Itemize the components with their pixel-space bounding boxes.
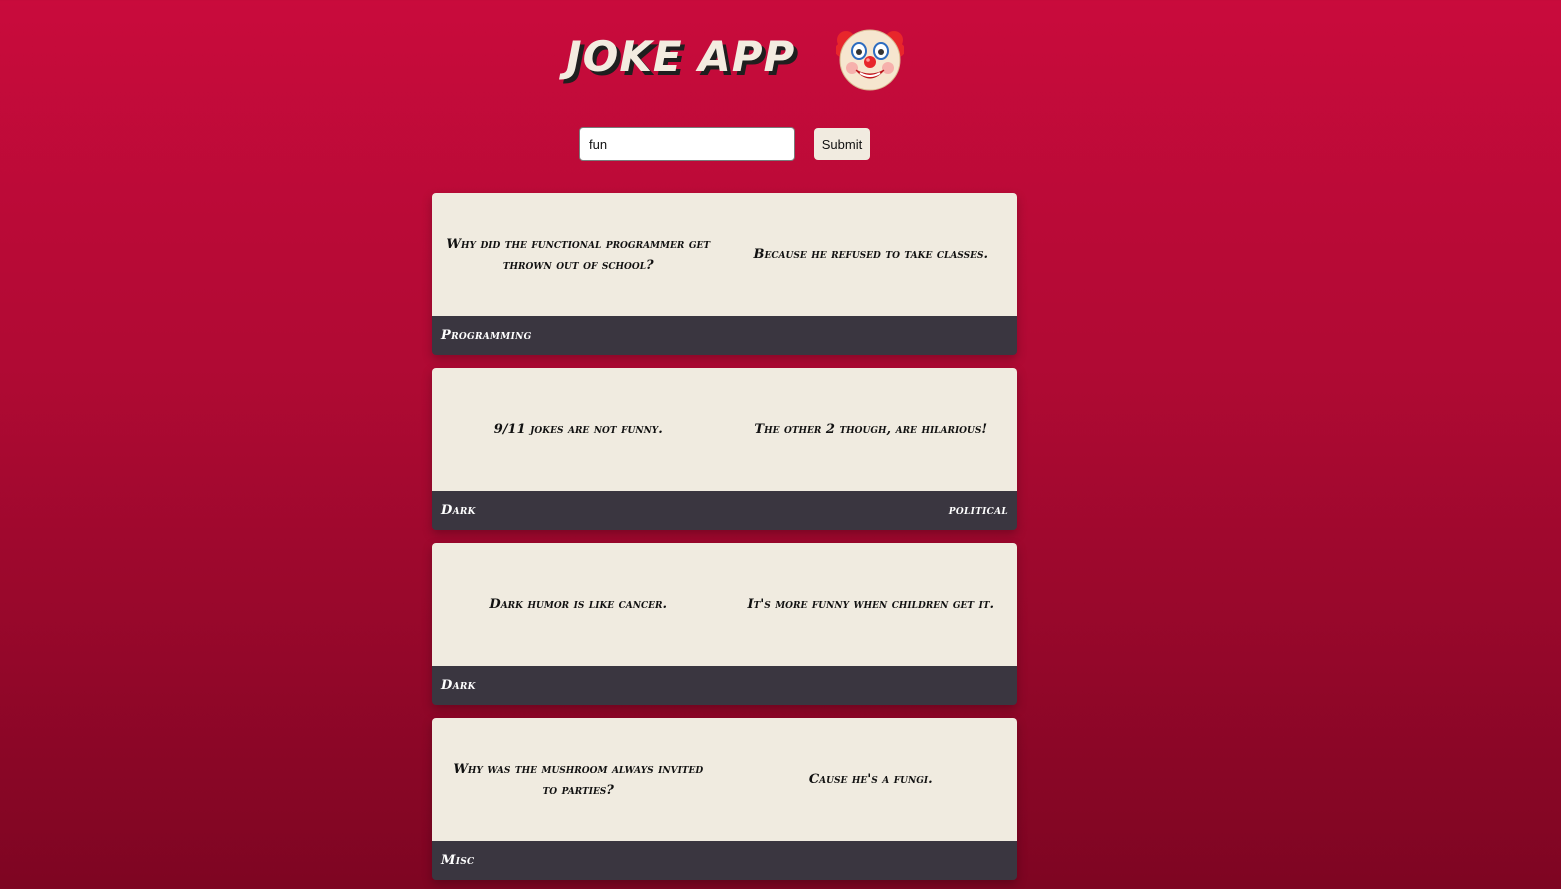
joke-flag: political bbox=[948, 503, 1008, 518]
joke-category: Dark bbox=[441, 503, 476, 518]
app-header: JOKE APP bbox=[0, 18, 1561, 98]
joke-card-footer: Misc bbox=[432, 841, 1017, 880]
joke-delivery: Because he refused to take classes. bbox=[753, 247, 988, 262]
joke-card-footer: Dark bbox=[432, 666, 1017, 705]
joke-setup: Dark humor is like cancer. bbox=[489, 597, 668, 612]
joke-delivery: It's more funny when children get it. bbox=[747, 597, 995, 612]
clown-face-icon bbox=[836, 29, 904, 91]
joke-setup: 9/11 jokes are not funny. bbox=[493, 422, 663, 437]
joke-card: Dark humor is like cancer. It's more fun… bbox=[432, 543, 1017, 705]
joke-card-footer: Dark political bbox=[432, 491, 1017, 530]
joke-delivery: Cause he's a fungi. bbox=[808, 772, 933, 787]
joke-card: Why did the functional programmer get th… bbox=[432, 193, 1017, 355]
submit-button[interactable]: Submit bbox=[814, 128, 870, 160]
joke-setup: Why did the functional programmer get th… bbox=[446, 236, 711, 273]
joke-category: Programming bbox=[441, 328, 532, 343]
joke-delivery: The other 2 though, are hilarious! bbox=[754, 422, 988, 437]
joke-card: 9/11 jokes are not funny. The other 2 th… bbox=[432, 368, 1017, 530]
joke-card-body: Why was the mushroom always invited to p… bbox=[432, 718, 1017, 841]
joke-list: Why did the functional programmer get th… bbox=[432, 193, 1017, 889]
joke-card-body: 9/11 jokes are not funny. The other 2 th… bbox=[432, 368, 1017, 491]
search-input[interactable] bbox=[579, 127, 795, 161]
joke-setup: Why was the mushroom always invited to p… bbox=[453, 761, 704, 798]
app-title: JOKE APP bbox=[566, 32, 796, 81]
joke-category: Misc bbox=[441, 853, 475, 868]
joke-card-footer: Programming bbox=[432, 316, 1017, 355]
joke-category: Dark bbox=[441, 678, 476, 693]
joke-card-body: Why did the functional programmer get th… bbox=[432, 193, 1017, 316]
joke-card-body: Dark humor is like cancer. It's more fun… bbox=[432, 543, 1017, 666]
joke-card: Why was the mushroom always invited to p… bbox=[432, 718, 1017, 880]
